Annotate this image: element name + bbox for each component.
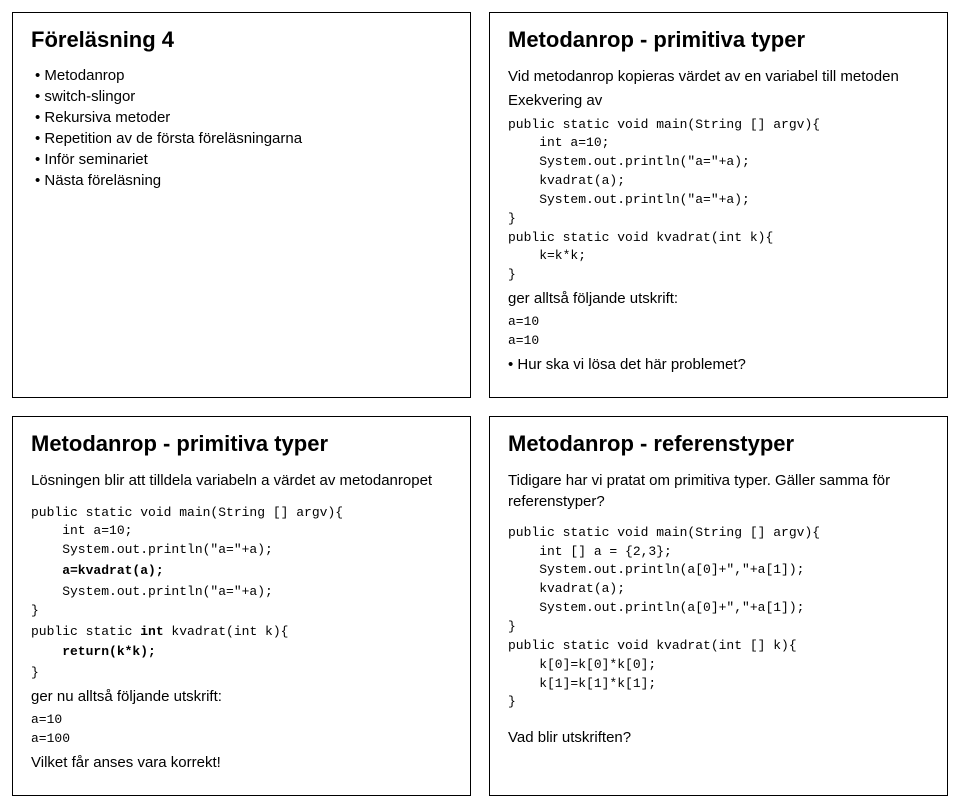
panel-4: Metodanrop - referenstyper Tidigare har … [489, 416, 948, 796]
panel-3-code-head: public static void main(String [] argv){… [31, 504, 452, 561]
list-item: • Metodanrop [31, 67, 452, 84]
panel-3-code-bold-2: return(k*k); [31, 643, 452, 662]
list-item: • Rekursiva metoder [31, 109, 452, 126]
panel-3-code-sig: public static int kvadrat(int k){ [31, 623, 452, 642]
list-item: • Nästa föreläsning [31, 172, 452, 189]
panel-2-output: a=10 a=10 [508, 313, 929, 351]
panel-4-intro: Tidigare har vi pratat om primitiva type… [508, 471, 929, 512]
panel-3-intro: Lösningen blir att tilldela variabeln a … [31, 471, 452, 491]
panel-2-code: public static void main(String [] argv){… [508, 116, 929, 286]
panel-3-final: Vilket får anses vara korrekt! [31, 753, 452, 773]
panel-4-final: Vad blir utskriften? [508, 728, 929, 748]
panel-2-question: • Hur ska vi lösa det här problemet? [508, 355, 929, 375]
panel-3-after: ger nu alltså följande utskrift: [31, 687, 452, 707]
panel-4-title: Metodanrop - referenstyper [508, 431, 929, 457]
slide-grid: Föreläsning 4 • Metodanrop • switch-slin… [12, 12, 948, 796]
panel-4-code: public static void main(String [] argv){… [508, 524, 929, 712]
panel-3-output: a=10 a=100 [31, 711, 452, 749]
list-item: • switch-slingor [31, 88, 452, 105]
panel-3-code-mid: System.out.println("a="+a); } [31, 583, 452, 621]
panel-3-code-bold-1: a=kvadrat(a); [31, 562, 452, 581]
panel-2-title: Metodanrop - primitiva typer [508, 27, 929, 53]
panel-3-title: Metodanrop - primitiva typer [31, 431, 452, 457]
panel-1-bullets: • Metodanrop • switch-slingor • Rekursiv… [31, 67, 452, 189]
panel-1: Föreläsning 4 • Metodanrop • switch-slin… [12, 12, 471, 398]
panel-2-intro-1: Vid metodanrop kopieras värdet av en var… [508, 67, 929, 87]
list-item: • Inför seminariet [31, 151, 452, 168]
panel-2-intro-2: Exekvering av [508, 91, 929, 111]
panel-1-title: Föreläsning 4 [31, 27, 452, 53]
panel-2: Metodanrop - primitiva typer Vid metodan… [489, 12, 948, 398]
panel-3: Metodanrop - primitiva typer Lösningen b… [12, 416, 471, 796]
panel-3-code-tail: } [31, 664, 452, 683]
list-item: • Repetition av de första föreläsningarn… [31, 130, 452, 147]
panel-2-after: ger alltså följande utskrift: [508, 289, 929, 309]
